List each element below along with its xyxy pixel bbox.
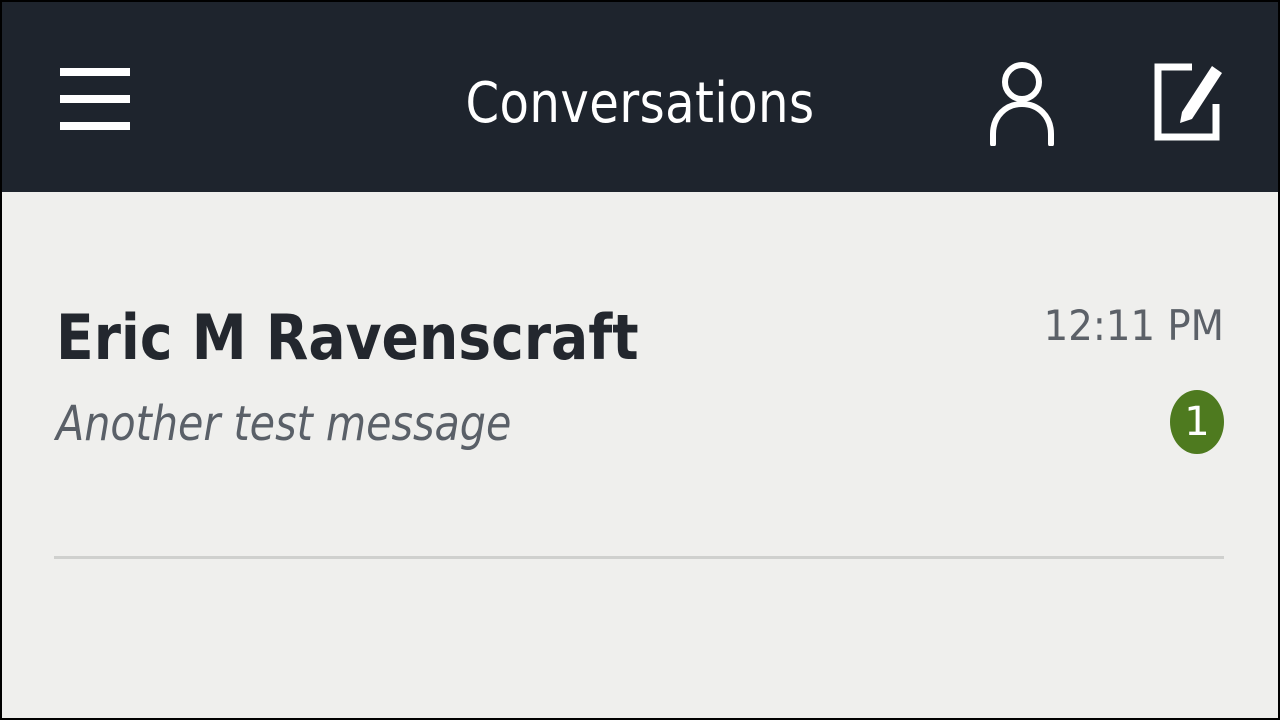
compose-icon bbox=[1154, 63, 1222, 141]
app-bar: Conversations bbox=[2, 2, 1278, 192]
compose-button[interactable] bbox=[1138, 50, 1238, 154]
list-divider bbox=[54, 556, 1224, 559]
message-preview: Another test message bbox=[56, 396, 512, 452]
contacts-button[interactable] bbox=[974, 50, 1070, 154]
contact-name: Eric M Ravenscraft bbox=[56, 301, 639, 374]
conversations-screen: Conversations Eric M Ravenscraft Another… bbox=[2, 2, 1278, 718]
person-icon bbox=[990, 62, 1054, 146]
unread-count-badge: 1 bbox=[1170, 390, 1224, 454]
message-timestamp: 12:11 PM bbox=[1043, 301, 1224, 350]
conversation-list-item[interactable]: Eric M Ravenscraft Another test message … bbox=[2, 192, 1278, 556]
